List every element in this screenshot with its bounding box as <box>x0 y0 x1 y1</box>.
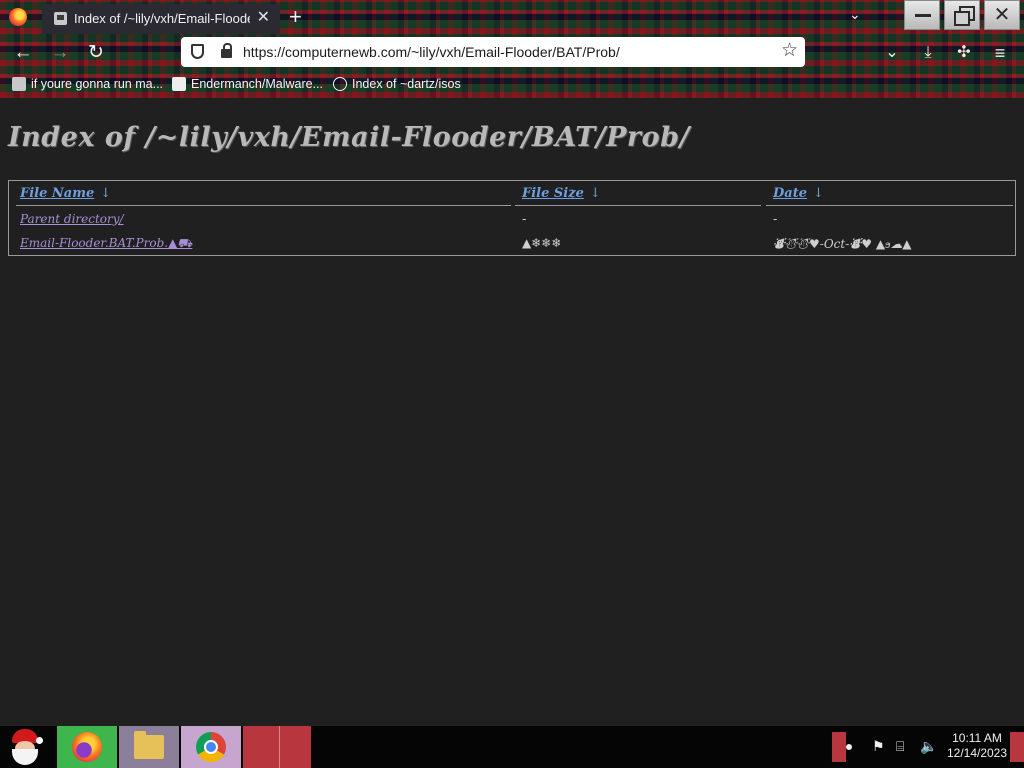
bookmarks-toolbar: if youre gonna run ma... Endermanch/Malw… <box>0 72 1024 96</box>
tab-strip: Index of /~lily/vxh/Email-Flooder/BAT/Pr… <box>0 0 1024 36</box>
bookmark-item[interactable]: Endermanch/Malware... <box>172 74 323 94</box>
column-header-date[interactable]: Date ↓ <box>773 186 824 201</box>
page-title: Index of /~lily/vxh/Email-Flooder/BAT/Pr… <box>8 122 690 153</box>
action-center-flag-icon[interactable]: ⚑ <box>872 738 885 754</box>
santa-beard-icon <box>12 749 38 765</box>
start-button[interactable] <box>6 727 46 767</box>
system-clock[interactable]: 10:11 AM 12/14/2023 <box>944 731 1010 761</box>
file-link[interactable]: Email-Flooder.BAT.Prob.▲⛟ <box>20 236 192 252</box>
column-header-label: File Size <box>522 186 584 201</box>
clock-date: 12/14/2023 <box>946 746 1008 760</box>
download-icon[interactable]: ⤓ <box>918 43 938 63</box>
file-size-cell: ▲❄❄❄ <box>522 236 562 250</box>
minimize-icon <box>915 14 931 17</box>
santa-pom-icon <box>36 737 43 744</box>
header-divider <box>515 205 761 206</box>
file-listing-table: File Name ↓ File Size ↓ Date ↓ Parent direc… <box>8 180 1016 256</box>
page-content: Index of /~lily/vxh/Email-Flooder/BAT/Pr… <box>0 98 1024 726</box>
file-link-parent-directory[interactable]: Parent directory/ <box>20 212 124 226</box>
hamburger-menu-icon[interactable]: ≡ <box>990 43 1010 63</box>
extensions-icon[interactable]: ✣ <box>954 43 974 63</box>
column-header-file-size[interactable]: File Size ↓ <box>522 186 601 201</box>
bookmark-item[interactable]: if youre gonna run ma... <box>12 74 163 94</box>
bookmark-label: if youre gonna run ma... <box>31 77 164 91</box>
lock-icon[interactable] <box>221 43 232 58</box>
globe-icon <box>333 77 347 91</box>
column-header-label: Date <box>773 186 807 201</box>
tab-title: Index of /~lily/vxh/Email-Flooder/BAT/Pr… <box>74 11 250 26</box>
taskbar-chrome[interactable] <box>181 726 241 768</box>
navigation-bar: ← → ↻ https://computernewb.com/~lily/vxh… <box>0 36 1024 70</box>
minimize-button[interactable] <box>904 0 940 30</box>
tab-active[interactable]: Index of /~lily/vxh/Email-Flooder/BAT/Pr… <box>42 4 280 34</box>
computer-icon <box>12 77 26 91</box>
folder-icon <box>134 731 164 759</box>
restore-button[interactable] <box>944 0 980 30</box>
tray-overflow-button[interactable] <box>832 732 846 762</box>
sort-arrow-icon: ↓ <box>812 186 824 201</box>
bookmark-item[interactable]: Index of ~dartz/isos <box>333 74 461 94</box>
shield-icon[interactable] <box>191 44 204 59</box>
restore-icon-front <box>954 11 970 26</box>
list-all-tabs-button[interactable]: ⌄ <box>849 6 861 23</box>
browser-chrome: Index of /~lily/vxh/Email-Flooder/BAT/Pr… <box>0 0 1024 98</box>
bookmark-label: Index of ~dartz/isos <box>352 77 461 91</box>
taskbar-blank-app[interactable] <box>243 726 311 768</box>
header-divider <box>16 205 511 206</box>
file-date-cell: - <box>773 212 778 226</box>
file-size-cell: - <box>522 212 527 226</box>
close-icon: ✕ <box>993 4 1011 26</box>
new-tab-button[interactable]: + <box>289 4 302 30</box>
close-tab-icon[interactable]: ✕ <box>257 9 270 27</box>
bookmark-label: Endermanch/Malware... <box>191 77 324 91</box>
github-icon <box>172 77 186 91</box>
column-header-file-name[interactable]: File Name ↓ <box>20 186 111 201</box>
back-button[interactable]: ← <box>10 40 36 66</box>
close-window-button[interactable]: ✕ <box>984 0 1020 30</box>
forward-button[interactable]: → <box>47 40 73 66</box>
header-divider <box>766 205 1013 206</box>
taskbar-file-explorer[interactable] <box>119 726 179 768</box>
reload-button[interactable]: ↻ <box>83 40 109 66</box>
firefox-icon <box>72 732 102 762</box>
column-header-label: File Name <box>20 186 95 201</box>
bookmark-star-icon[interactable]: ☆ <box>781 40 798 62</box>
file-date-cell: ⛇☃☃♥-Oct-⛇♥ ▲ϧ☁▲ <box>773 237 912 251</box>
firefox-view-icon[interactable] <box>9 8 27 26</box>
sort-arrow-icon: ↓ <box>589 186 601 201</box>
show-desktop-button[interactable] <box>1010 732 1024 762</box>
tray-dot-icon[interactable] <box>846 744 852 750</box>
taskbar-firefox[interactable] <box>57 726 117 768</box>
taskbar: ⚑ ⌸ 🔈 10:11 AM 12/14/2023 <box>0 726 1024 768</box>
clock-time: 10:11 AM <box>952 731 1002 745</box>
url-text[interactable]: https://computernewb.com/~lily/vxh/Email… <box>243 44 620 60</box>
volume-icon[interactable]: 🔈 <box>920 738 937 754</box>
computer-icon <box>54 12 67 25</box>
sort-arrow-icon: ↓ <box>100 186 112 201</box>
url-bar[interactable]: https://computernewb.com/~lily/vxh/Email… <box>181 37 805 67</box>
network-icon[interactable]: ⌸ <box>896 738 904 754</box>
chrome-icon <box>196 732 226 762</box>
pocket-icon[interactable]: ⌄ <box>882 43 902 63</box>
